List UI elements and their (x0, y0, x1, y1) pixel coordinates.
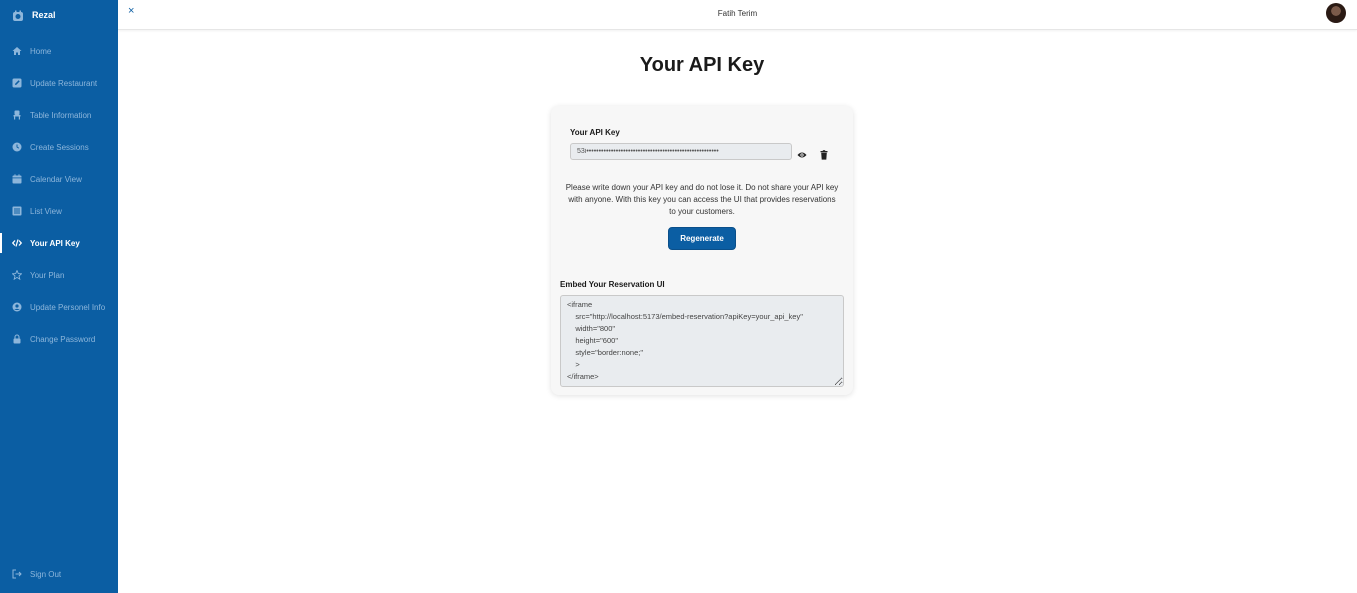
user-circle-icon (12, 302, 22, 312)
regenerate-button[interactable]: Regenerate (668, 227, 736, 250)
sign-out-icon (12, 569, 22, 579)
brand[interactable]: Rezal (0, 0, 118, 30)
list-icon (12, 206, 22, 216)
lock-icon (12, 334, 22, 344)
sidebar-item-label: Change Password (30, 334, 96, 344)
calendar-icon (12, 174, 22, 184)
api-key-warning: Please write down your API key and do no… (565, 183, 839, 216)
sidebar-item-your-api-key[interactable]: Your API Key (0, 233, 118, 253)
sidebar-item-update-restaurant[interactable]: Update Restaurant (0, 73, 118, 93)
api-key-card: Your API Key Please write down your API … (551, 106, 853, 395)
sidebar-item-update-personel-info[interactable]: Update Personel Info (0, 297, 118, 317)
sidebar-item-your-plan[interactable]: Your Plan (0, 265, 118, 285)
api-key-input[interactable] (570, 143, 792, 160)
sidebar-item-create-sessions[interactable]: Create Sessions (0, 137, 118, 157)
sidebar-item-label: Your Plan (30, 270, 65, 280)
top-bar: × Fatih Terim (118, 0, 1357, 30)
trash-icon[interactable] (819, 147, 829, 160)
star-icon (12, 270, 22, 280)
sign-out-button[interactable]: Sign Out (0, 564, 118, 584)
code-icon (12, 238, 22, 248)
sidebar-item-list-view[interactable]: List View (0, 201, 118, 221)
eye-icon[interactable] (797, 147, 807, 158)
sidebar-item-label: Home (30, 46, 52, 56)
brand-name: Rezal (32, 10, 56, 20)
clock-icon (12, 142, 22, 152)
avatar[interactable] (1326, 3, 1346, 23)
edit-icon (12, 78, 22, 88)
api-key-label: Your API Key (570, 128, 620, 137)
sidebar-item-label: Calendar View (30, 174, 82, 184)
chair-icon (12, 110, 22, 120)
sidebar-item-home[interactable]: Home (0, 41, 118, 61)
sidebar-item-table-information[interactable]: Table Information (0, 105, 118, 125)
sidebar-item-label: Update Restaurant (30, 78, 98, 88)
home-icon (12, 46, 22, 56)
sidebar-item-label: Your API Key (30, 238, 80, 248)
embed-code-textarea[interactable]: <iframe src="http://localhost:5173/embed… (560, 295, 844, 387)
user-name: Fatih Terim (717, 9, 758, 18)
sidebar-item-calendar-view[interactable]: Calendar View (0, 169, 118, 189)
sidebar-item-label: List View (30, 206, 62, 216)
page-title: Your API Key (639, 54, 765, 76)
sidebar-item-label: Update Personel Info (30, 302, 106, 312)
sidebar-item-label: Create Sessions (30, 142, 89, 152)
sidebar: Rezal Home Update Restaurant Table Infor… (0, 0, 118, 593)
sidebar-item-label: Table Information (30, 110, 92, 120)
embed-label: Embed Your Reservation UI (560, 280, 665, 289)
logo-icon (12, 9, 24, 21)
sidebar-item-change-password[interactable]: Change Password (0, 329, 118, 349)
sign-out-label: Sign Out (30, 569, 62, 579)
